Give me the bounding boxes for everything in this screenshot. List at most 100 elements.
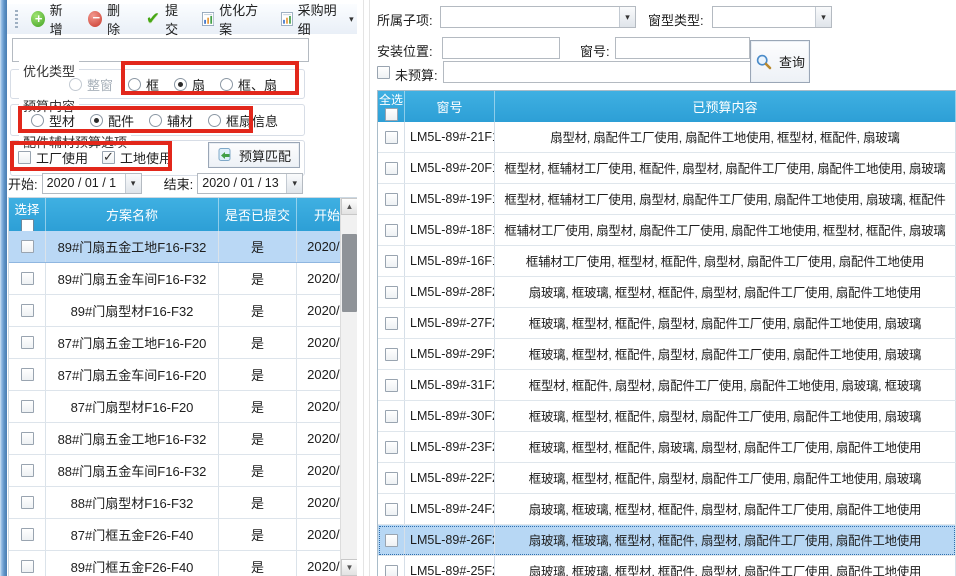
table-row[interactable]: LM5L-89#-31F29 框型材, 框配件, 扇型材, 扇配件工厂使用, 扇…: [378, 370, 956, 401]
table-row[interactable]: 89#门扇五金工地F16-F32 是 2020/0: [9, 231, 357, 263]
table-row[interactable]: 89#门框五金F26-F40 是 2020/0: [9, 551, 357, 576]
table-row[interactable]: LM5L-89#-21F19 扇型材, 扇配件工厂使用, 扇配件工地使用, 框型…: [378, 122, 956, 153]
chevron-down-icon[interactable]: [125, 174, 141, 193]
radio-option[interactable]: 框: [128, 75, 159, 94]
row-checkbox[interactable]: [385, 565, 398, 576]
panel-splitter[interactable]: [357, 0, 375, 576]
table-row[interactable]: LM5L-89#-20F18 框型材, 框辅材工厂使用, 框配件, 扇型材, 扇…: [378, 153, 956, 184]
row-checkbox[interactable]: [21, 368, 34, 381]
checkbox-option[interactable]: 工地使用: [102, 148, 172, 167]
radio-icon[interactable]: [128, 78, 141, 91]
row-checkbox[interactable]: [21, 464, 34, 477]
select-all-checkbox[interactable]: [385, 108, 398, 121]
table-row[interactable]: LM5L-89#-19F17 框型材, 框辅材工厂使用, 扇型材, 扇配件工厂使…: [378, 184, 956, 215]
table-row[interactable]: 88#门扇型材F16-F32 是 2020/0: [9, 487, 357, 519]
row-checkbox[interactable]: [385, 224, 398, 237]
row-checkbox[interactable]: [21, 240, 34, 253]
radio-option[interactable]: 辅材: [149, 111, 193, 130]
plan-table-scrollbar[interactable]: ▲ ▼: [340, 198, 357, 576]
table-row[interactable]: LM5L-89#-26F24 扇玻璃, 框玻璃, 框型材, 框配件, 扇型材, …: [378, 525, 956, 556]
budget-match-button[interactable]: 预算匹配: [208, 142, 300, 168]
table-row[interactable]: LM5L-89#-18F16 框辅材工厂使用, 扇型材, 扇配件工厂使用, 扇配…: [378, 215, 956, 246]
no-budget-checkbox[interactable]: [377, 66, 390, 79]
column-header-select[interactable]: 选择: [9, 198, 46, 231]
toolbar-grip-icon[interactable]: [15, 10, 18, 28]
row-checkbox[interactable]: [385, 193, 398, 206]
column-header-plan-name[interactable]: 方案名称: [46, 198, 219, 231]
row-checkbox[interactable]: [385, 162, 398, 175]
row-checkbox[interactable]: [385, 410, 398, 423]
table-row[interactable]: 89#门扇型材F16-F32 是 2020/0: [9, 295, 357, 327]
row-checkbox[interactable]: [21, 560, 34, 573]
radio-option[interactable]: 配件: [90, 111, 134, 130]
radio-option[interactable]: 框、扇: [220, 75, 277, 94]
window-type-select[interactable]: [712, 6, 832, 28]
row-checkbox[interactable]: [21, 432, 34, 445]
window-no-input[interactable]: [615, 37, 750, 59]
scroll-down-icon[interactable]: ▼: [341, 559, 357, 576]
submit-button[interactable]: ✔ 提交: [139, 0, 193, 42]
table-row[interactable]: LM5L-89#-29F27 框玻璃, 框型材, 框配件, 扇型材, 扇配件工厂…: [378, 339, 956, 370]
row-checkbox[interactable]: [385, 503, 398, 516]
table-row[interactable]: LM5L-89#-24F22 扇玻璃, 框玻璃, 框型材, 框配件, 扇型材, …: [378, 494, 956, 525]
radio-option[interactable]: 扇: [174, 75, 205, 94]
row-checkbox[interactable]: [385, 472, 398, 485]
column-header-submitted[interactable]: 是否已提交: [219, 198, 297, 231]
select-all-checkbox[interactable]: [21, 219, 34, 231]
add-button[interactable]: 新增: [24, 0, 80, 42]
scrollbar-thumb[interactable]: [342, 234, 357, 312]
radio-icon[interactable]: [174, 78, 187, 91]
optimize-plan-button[interactable]: 优化方案: [195, 0, 272, 42]
row-checkbox[interactable]: [21, 336, 34, 349]
radio-option[interactable]: 整窗: [69, 75, 113, 94]
table-row[interactable]: 87#门框五金F26-F40 是 2020/0: [9, 519, 357, 551]
table-row[interactable]: LM5L-89#-27F25 框玻璃, 框型材, 框配件, 扇型材, 扇配件工厂…: [378, 308, 956, 339]
row-checkbox[interactable]: [385, 441, 398, 454]
row-checkbox[interactable]: [21, 272, 34, 285]
table-row[interactable]: 88#门扇五金车间F16-F32 是 2020/0: [9, 455, 357, 487]
row-checkbox[interactable]: [21, 304, 34, 317]
table-row[interactable]: LM5L-89#-30F28 框玻璃, 框型材, 框配件, 扇型材, 扇配件工厂…: [378, 401, 956, 432]
row-checkbox[interactable]: [385, 255, 398, 268]
row-checkbox[interactable]: [385, 379, 398, 392]
chevron-down-icon[interactable]: [619, 7, 635, 27]
end-date-picker[interactable]: 2020 / 01 / 13: [197, 173, 303, 194]
table-row[interactable]: 87#门扇型材F16-F20 是 2020/0: [9, 391, 357, 423]
start-date-picker[interactable]: 2020 / 01 / 1: [42, 173, 142, 194]
row-checkbox[interactable]: [385, 286, 398, 299]
row-checkbox[interactable]: [21, 400, 34, 413]
radio-icon[interactable]: [90, 114, 103, 127]
checkbox-icon[interactable]: [102, 151, 115, 164]
purchase-detail-button[interactable]: 采购明细 ▾: [274, 0, 361, 42]
chevron-down-icon[interactable]: [286, 174, 302, 193]
radio-icon[interactable]: [149, 114, 162, 127]
scroll-up-icon[interactable]: ▲: [341, 198, 357, 215]
checkbox-option[interactable]: 工厂使用: [18, 148, 88, 167]
table-row[interactable]: 88#门扇五金工地F16-F32 是 2020/0: [9, 423, 357, 455]
radio-icon[interactable]: [220, 78, 233, 91]
table-row[interactable]: 89#门扇五金车间F16-F32 是 2020/0: [9, 263, 357, 295]
no-budget-input[interactable]: [443, 61, 779, 83]
checkbox-icon[interactable]: [18, 151, 31, 164]
plan-name-input[interactable]: [12, 38, 309, 62]
delete-button[interactable]: 删除: [81, 0, 137, 42]
column-header-select-all[interactable]: 全选: [378, 91, 405, 122]
table-row[interactable]: LM5L-89#-25F23 扇玻璃, 框玻璃, 框型材, 框配件, 扇型材, …: [378, 556, 956, 576]
row-checkbox[interactable]: [21, 528, 34, 541]
table-row[interactable]: 87#门扇五金车间F16-F20 是 2020/0: [9, 359, 357, 391]
row-checkbox[interactable]: [21, 496, 34, 509]
table-row[interactable]: LM5L-89#-16F15 框辅材工厂使用, 框型材, 框配件, 扇型材, 扇…: [378, 246, 956, 277]
radio-icon[interactable]: [69, 78, 82, 91]
install-position-input[interactable]: [442, 37, 560, 59]
row-checkbox[interactable]: [385, 534, 398, 547]
chevron-down-icon[interactable]: [815, 7, 831, 27]
table-row[interactable]: 87#门扇五金工地F16-F20 是 2020/0: [9, 327, 357, 359]
row-checkbox[interactable]: [385, 131, 398, 144]
left-dock-splitter[interactable]: [0, 0, 7, 576]
table-row[interactable]: LM5L-89#-28F26 扇玻璃, 框玻璃, 框型材, 框配件, 扇型材, …: [378, 277, 956, 308]
column-header-window-no[interactable]: 窗号: [405, 91, 495, 122]
query-button[interactable]: 查询: [750, 40, 810, 83]
row-checkbox[interactable]: [385, 348, 398, 361]
column-header-budgeted-content[interactable]: 已预算内容: [495, 91, 956, 122]
radio-icon[interactable]: [208, 114, 221, 127]
